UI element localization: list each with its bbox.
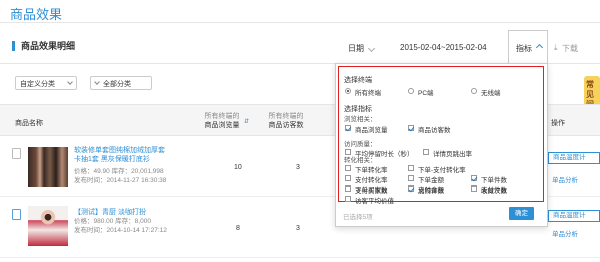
cb-label[interactable]: 下单金额 <box>418 174 444 184</box>
product-title-line: 【测试】青厨 淡咖打扮 <box>74 209 146 216</box>
cb-label[interactable]: 访客平均价值 <box>355 195 394 205</box>
sort-icon[interactable]: ⇵ <box>244 118 249 125</box>
product-thumbnail[interactable] <box>28 206 68 246</box>
custom-category-select[interactable]: 自定义分类 <box>15 76 77 90</box>
cb-label[interactable]: 支付买家数 <box>355 185 388 195</box>
cb-order-pay-rate[interactable] <box>408 165 414 171</box>
cb-pv[interactable] <box>345 125 351 131</box>
cb-uv[interactable] <box>408 125 414 131</box>
product-price: 价格：49.90 库存：20,001,998 <box>74 168 164 175</box>
item-analysis-link[interactable]: 单品分析 <box>552 228 578 238</box>
cb-bounce[interactable] <box>423 149 429 155</box>
phone-icon <box>12 148 21 159</box>
product-price: 价格：980.00 库存：8,000 <box>74 218 151 225</box>
col-ops: 操作 <box>551 120 565 127</box>
cb-pay-rate[interactable] <box>345 175 351 181</box>
section-title: 商品效果明细 <box>12 41 75 51</box>
page-title: 商品效果 <box>10 7 63 22</box>
cb-order-amount[interactable] <box>408 175 414 181</box>
radio-label[interactable]: 所有终端 <box>355 87 381 97</box>
all-category-select[interactable]: 全部分类 <box>90 76 152 90</box>
radio-label[interactable]: PC端 <box>418 87 434 97</box>
cb-label[interactable]: 下单转化率 <box>355 164 388 174</box>
phone-icon <box>12 209 21 220</box>
download-button[interactable]: 下载 <box>562 43 578 54</box>
product-thumbnail[interactable] <box>28 147 68 187</box>
divider <box>0 22 600 23</box>
radio-label[interactable]: 无线端 <box>481 87 501 97</box>
cb-convert-9[interactable] <box>408 186 414 192</box>
product-title-line: 软装修单套图纯棉加绒加厚套 <box>74 147 165 154</box>
metric-button[interactable]: 指标 <box>516 43 532 54</box>
col-pv-sub: 所有终端的 <box>204 113 240 120</box>
download-icon[interactable]: ⤓ <box>554 43 558 53</box>
custom-category-value: 自定义分类 <box>20 81 55 88</box>
cb-label[interactable]: 加购件数 <box>418 185 444 195</box>
chevron-down-icon <box>94 79 100 85</box>
pv-value: 10 <box>234 164 242 171</box>
cb-label[interactable]: 详情页跳出率 <box>433 148 472 158</box>
cb-order-items[interactable] <box>471 175 477 181</box>
radio-pc[interactable] <box>408 88 414 94</box>
temperature-button[interactable]: 商品温度计 <box>548 152 600 164</box>
selected-count: 已选择5项 <box>343 214 373 221</box>
radio-wireless[interactable] <box>471 88 477 94</box>
terminal-title: 选择终端 <box>344 77 372 84</box>
cb-label[interactable]: 收藏次数 <box>481 185 507 195</box>
convert-title: 转化相关： <box>344 157 377 164</box>
col-pv-label: 商品浏览量 <box>204 122 240 129</box>
cb-convert-11[interactable] <box>345 196 351 202</box>
uv-value: 3 <box>296 164 300 171</box>
uv-value: 3 <box>296 225 300 232</box>
page: 商品效果 商品效果明细 日期 2015-02-04~2015-02-04 指标 … <box>0 0 600 262</box>
product-title-line: 卡抽1套 黑灰保暖打底衫 <box>74 156 150 163</box>
temperature-button[interactable]: 商品温度计 <box>548 210 600 222</box>
product-published: 发布时间：2014-10-14 17:27:12 <box>74 227 167 234</box>
cb-label[interactable]: 支付转化率 <box>355 174 388 184</box>
cb-label[interactable]: 商品访客数 <box>418 124 451 134</box>
product-title[interactable]: 【测试】青厨 淡咖打扮 <box>74 208 184 217</box>
item-analysis-link[interactable]: 单品分析 <box>552 174 578 184</box>
radio-all-terminals[interactable] <box>345 88 351 94</box>
browse-title: 浏览相关： <box>344 116 377 123</box>
date-range[interactable]: 2015-02-04~2015-02-04 <box>400 43 487 52</box>
col-uv-sub: 所有终端的 <box>268 113 304 120</box>
visit-title: 访问质量： <box>344 141 377 148</box>
col-product-visitors[interactable]: 所有终端的 商品访客数 <box>264 112 308 130</box>
date-label[interactable]: 日期 <box>348 43 364 54</box>
col-uv-label: 商品访客数 <box>268 122 304 129</box>
col-product-name: 商品名称 <box>15 120 43 127</box>
col-product-views[interactable]: 所有终端的 商品浏览量 <box>200 112 244 130</box>
cb-label[interactable]: 商品浏览量 <box>355 124 388 134</box>
pv-value: 8 <box>236 225 240 232</box>
cb-convert-10[interactable] <box>471 186 477 192</box>
cb-label[interactable]: 下单件数 <box>481 174 507 184</box>
confirm-button[interactable]: 确定 <box>509 207 534 220</box>
cb-order-rate[interactable] <box>345 165 351 171</box>
chevron-down-icon <box>67 79 73 85</box>
cb-convert-8[interactable] <box>345 186 351 192</box>
product-title[interactable]: 软装修单套图纯棉加绒加厚套 卡抽1套 黑灰保暖打底衫 <box>74 146 184 164</box>
cb-label[interactable]: 下单-支付转化率 <box>418 164 466 174</box>
product-published: 发布时间：2014-11-27 16:30:38 <box>74 177 167 184</box>
all-category-value: 全部分类 <box>103 81 131 88</box>
